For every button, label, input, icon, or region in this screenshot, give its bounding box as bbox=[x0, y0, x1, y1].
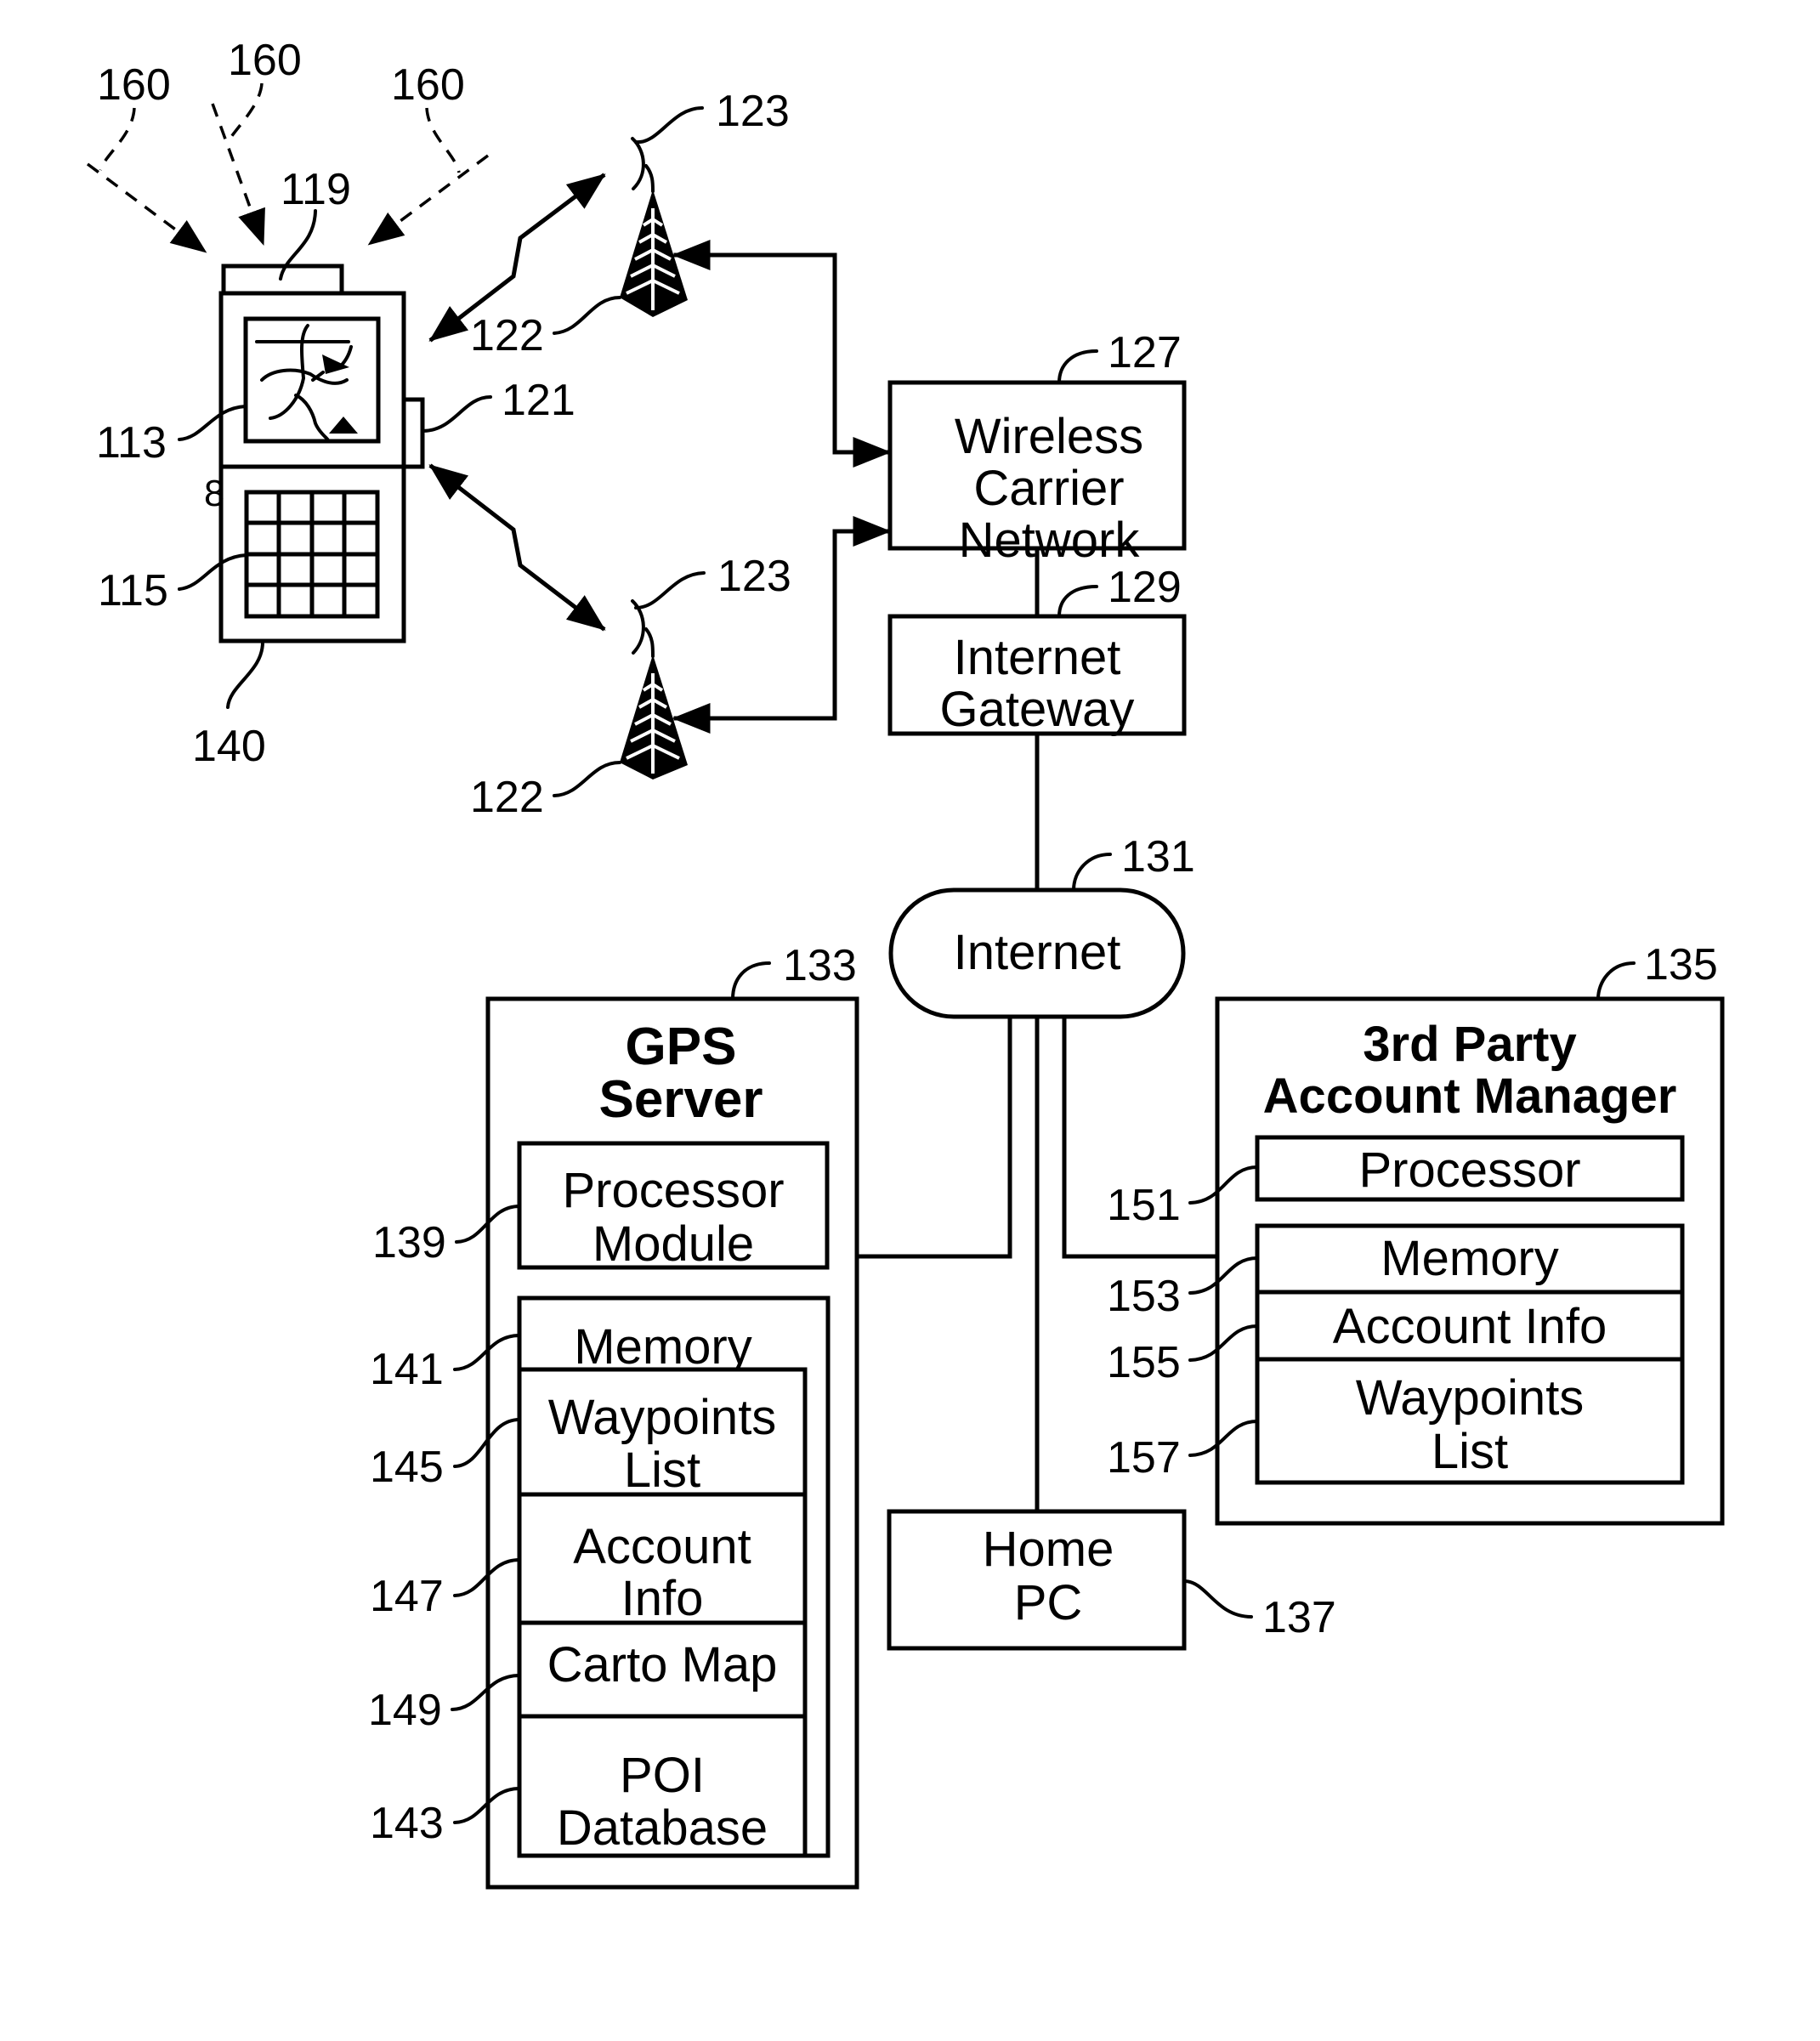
ref-label-149: 149 bbox=[368, 1686, 442, 1735]
ref-label-115: 115 bbox=[98, 566, 168, 615]
wcn-line-3: Network bbox=[959, 513, 1141, 568]
signal-arrow-left bbox=[86, 162, 207, 253]
wireless-carrier-network: Wireless Carrier Network 127 bbox=[887, 328, 1187, 568]
processor-module-line-2: Module bbox=[592, 1216, 754, 1272]
antenna-mast bbox=[644, 627, 655, 658]
ref-label-129: 129 bbox=[1108, 563, 1182, 612]
home-pc-line-2: PC bbox=[1014, 1575, 1083, 1630]
gateway-line-1: Internet bbox=[954, 630, 1121, 685]
ref-label-121: 121 bbox=[502, 376, 575, 425]
gps-server-title-2: Server bbox=[598, 1070, 763, 1129]
waypoints-list-line-1: Waypoints bbox=[548, 1390, 777, 1445]
processor-module-line-1: Processor bbox=[562, 1163, 784, 1218]
ref-label-135: 135 bbox=[1644, 940, 1718, 989]
leader-137 bbox=[1182, 1579, 1253, 1619]
tp-account-info-label: Account Info bbox=[1333, 1299, 1607, 1354]
signal-arrow-middle bbox=[211, 103, 265, 246]
signal-arrow-right bbox=[367, 154, 490, 246]
patent-diagram: 160 160 160 8 119 113 115 140 121 123 12… bbox=[86, 36, 1725, 1890]
wcn-line-2: Carrier bbox=[973, 461, 1124, 516]
ref-label-153: 153 bbox=[1107, 1272, 1181, 1321]
leader-160-left bbox=[99, 107, 136, 171]
antenna-mast bbox=[644, 164, 655, 193]
internet-cloud: Internet 131 bbox=[888, 832, 1195, 1019]
poi-database-line-2: Database bbox=[557, 1800, 768, 1856]
wireless-link-bottom bbox=[428, 463, 606, 632]
poi-database-line-1: POI bbox=[620, 1748, 705, 1803]
ref-label-147: 147 bbox=[370, 1572, 444, 1621]
leader-121 bbox=[421, 395, 492, 433]
ref-label-140: 140 bbox=[192, 722, 266, 771]
leader-135 bbox=[1596, 961, 1636, 1001]
cell-tower-top: 123 122 bbox=[470, 87, 790, 360]
connector-tower-top-carrier bbox=[672, 240, 892, 468]
account-info-line-1: Account bbox=[573, 1519, 751, 1574]
cell-tower-bottom: 123 122 bbox=[470, 552, 791, 822]
leader-127 bbox=[1057, 349, 1098, 384]
memory-label: Memory bbox=[574, 1319, 751, 1375]
ref-label-123-bottom: 123 bbox=[717, 552, 791, 601]
leader-123-bottom bbox=[634, 571, 706, 609]
ref-label-122-bottom: 122 bbox=[470, 773, 544, 822]
leader-133 bbox=[731, 961, 771, 1001]
satellite-signals: 160 160 160 bbox=[86, 36, 490, 253]
gps-server: GPS Server 133 Processor Module Memory W… bbox=[368, 941, 859, 1890]
ref-label-119: 119 bbox=[281, 165, 351, 214]
transceiver-button bbox=[401, 397, 425, 469]
leader-160-middle bbox=[226, 82, 264, 143]
waypoints-list-line-2: List bbox=[624, 1443, 700, 1498]
internet-label: Internet bbox=[954, 925, 1121, 980]
ref-label-160-left: 160 bbox=[97, 60, 171, 110]
leader-129 bbox=[1057, 585, 1098, 618]
account-info-line-2: Info bbox=[621, 1571, 704, 1626]
leader-123-top bbox=[634, 106, 704, 145]
antenna-arc-icon bbox=[631, 137, 645, 190]
leader-140 bbox=[226, 639, 265, 709]
ref-label-151: 151 bbox=[1107, 1181, 1181, 1230]
ref-label-155: 155 bbox=[1107, 1338, 1181, 1387]
gps-device: 8 119 113 115 140 121 bbox=[96, 165, 575, 771]
ref-label-127: 127 bbox=[1108, 328, 1182, 377]
leader-122-top bbox=[553, 296, 621, 335]
ref-label-143: 143 bbox=[370, 1799, 444, 1848]
keypad bbox=[244, 490, 380, 619]
ref-label-157: 157 bbox=[1107, 1433, 1181, 1483]
third-party-title-2: Account Manager bbox=[1263, 1069, 1677, 1124]
ref-label-139: 139 bbox=[372, 1218, 446, 1267]
home-pc: Home PC 137 bbox=[887, 1509, 1336, 1651]
ref-label-145: 145 bbox=[370, 1443, 444, 1492]
third-party-title-1: 3rd Party bbox=[1363, 1017, 1576, 1072]
ref-label-113: 113 bbox=[96, 418, 167, 468]
ref-label-160-right: 160 bbox=[391, 60, 465, 110]
leader-131 bbox=[1072, 853, 1112, 892]
ref-label-123-top: 123 bbox=[716, 87, 790, 136]
ref-label-131: 131 bbox=[1121, 832, 1195, 882]
tp-processor-label: Processor bbox=[1358, 1142, 1580, 1198]
ref-label-137: 137 bbox=[1262, 1593, 1336, 1642]
connector-internet-gps-server bbox=[854, 1014, 1012, 1259]
carto-map-label: Carto Map bbox=[547, 1637, 778, 1692]
ref-label-133: 133 bbox=[783, 941, 857, 990]
tp-memory-label: Memory bbox=[1381, 1231, 1558, 1286]
wcn-line-1: Wireless bbox=[955, 409, 1143, 464]
ref-label-122-top: 122 bbox=[470, 311, 544, 360]
tp-waypoints-list-line-2: List bbox=[1432, 1424, 1508, 1479]
gateway-line-2: Gateway bbox=[940, 682, 1135, 737]
third-party-account-manager: 3rd Party Account Manager 135 Processor … bbox=[1107, 940, 1725, 1526]
ref-label-141: 141 bbox=[370, 1345, 444, 1394]
leader-122-bottom bbox=[553, 761, 621, 797]
ref-label-160-middle: 160 bbox=[228, 36, 302, 85]
leader-160-right bbox=[425, 107, 461, 173]
gps-server-title-1: GPS bbox=[626, 1018, 737, 1076]
home-pc-line-1: Home bbox=[983, 1522, 1114, 1577]
ref-label-8: 8 bbox=[204, 473, 224, 514]
tp-waypoints-list-line-1: Waypoints bbox=[1356, 1370, 1585, 1426]
